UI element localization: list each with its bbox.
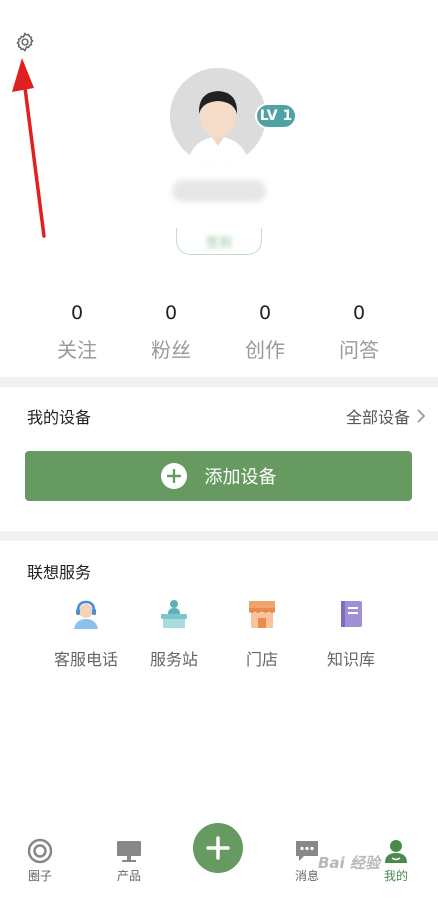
plus-icon (206, 836, 230, 860)
stat-creations[interactable]: 0 创作 (225, 300, 305, 363)
plus-icon (160, 463, 187, 489)
stat-count: 0 (352, 302, 366, 324)
level-badge: LV 1 (255, 103, 297, 129)
watermark: Bai 经验 (318, 854, 380, 872)
service-store[interactable]: 门店 (222, 598, 302, 670)
profile-icon (385, 840, 407, 863)
avatar-portrait-icon (170, 68, 266, 164)
stat-qa[interactable]: 0 问答 (319, 300, 399, 363)
tab-label: 圈子 (27, 869, 52, 883)
service-label: 服务站 (149, 650, 198, 669)
stat-label: 创作 (245, 338, 285, 362)
stat-fans[interactable]: 0 粉丝 (131, 300, 211, 363)
store-icon (249, 601, 275, 628)
services-title: 联想服务 (27, 563, 92, 582)
chevron-right-icon (417, 409, 426, 423)
username-blurred (172, 180, 266, 202)
circle-icon (27, 838, 53, 864)
create-post-button[interactable] (193, 823, 243, 873)
section-divider (0, 377, 438, 387)
tab-products[interactable]: 产品 (99, 838, 159, 884)
devices-title: 我的设备 (27, 408, 92, 427)
stat-count: 0 (164, 302, 178, 324)
knowledge-base-icon (341, 601, 362, 627)
tab-circle[interactable]: 圈子 (10, 838, 70, 884)
section-divider (0, 531, 438, 541)
add-device-button[interactable]: 添加设备 (25, 451, 412, 501)
service-label: 门店 (245, 650, 278, 669)
sign-in-button[interactable]: 签到 (176, 228, 262, 255)
service-label: 知识库 (326, 650, 375, 669)
tab-label: 产品 (116, 869, 141, 883)
service-label: 客服电话 (53, 650, 118, 669)
all-devices-label: 全部设备 (345, 408, 410, 427)
service-knowledge-base[interactable]: 知识库 (311, 598, 391, 670)
stat-follow[interactable]: 0 关注 (37, 300, 117, 363)
settings-button[interactable] (12, 29, 38, 55)
stat-count: 0 (70, 302, 84, 324)
stat-label: 问答 (339, 338, 379, 362)
stat-label: 关注 (57, 338, 97, 362)
service-station[interactable]: 服务站 (134, 598, 214, 670)
message-icon (296, 841, 318, 861)
all-devices-link[interactable]: 全部设备 (346, 404, 426, 428)
add-device-label: 添加设备 (204, 467, 277, 488)
customer-service-icon (74, 600, 98, 629)
avatar[interactable] (170, 68, 266, 164)
service-station-icon (161, 600, 187, 628)
stat-label: 粉丝 (151, 338, 191, 362)
gear-icon (16, 32, 34, 52)
stat-count: 0 (258, 302, 272, 324)
service-customer-phone[interactable]: 客服电话 (46, 598, 126, 670)
monitor-icon (117, 841, 141, 862)
